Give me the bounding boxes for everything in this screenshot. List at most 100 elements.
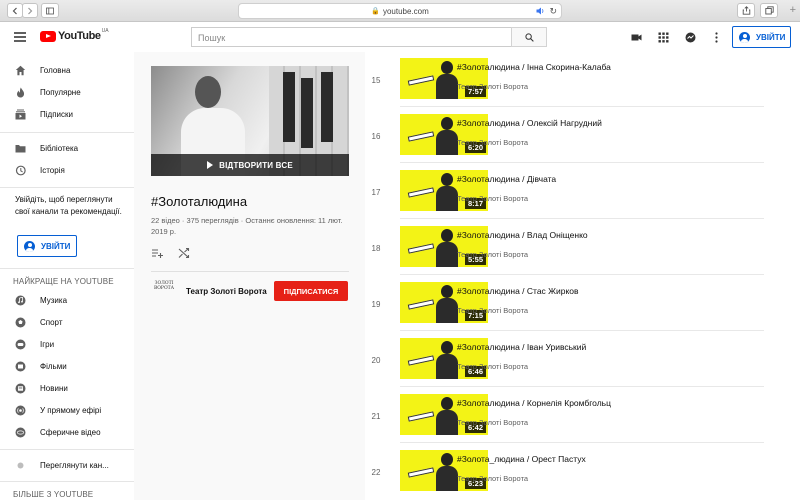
sidebar-item-gaming[interactable]: Ігри xyxy=(0,333,134,355)
guide-sidebar: Головна Популярне Підписки Бібліотека Іс… xyxy=(0,52,134,500)
video-index: 16 xyxy=(371,132,381,141)
subscriptions-icon xyxy=(15,109,26,119)
search-button[interactable] xyxy=(511,27,547,47)
video-camera-icon[interactable] xyxy=(631,32,642,43)
thumbnail-poster xyxy=(283,72,295,142)
youtube-logo[interactable]: YouTube UA xyxy=(40,28,109,42)
video-title[interactable]: #Золоталюдина / Дівчата xyxy=(457,174,556,184)
sidebar-item-browse-channels[interactable]: Переглянути кан... xyxy=(0,454,134,476)
history-icon xyxy=(15,165,26,175)
sidebar-signin-button[interactable]: УВІЙТИ xyxy=(17,235,77,257)
shuffle-icon[interactable] xyxy=(178,247,190,259)
messages-icon[interactable] xyxy=(685,32,696,43)
thumbnail-person xyxy=(436,397,458,435)
back-button[interactable] xyxy=(7,3,23,18)
sidebar-toggle-button[interactable] xyxy=(41,3,59,18)
gaming-icon xyxy=(15,339,26,349)
sidebar-item-movies[interactable]: Фільми xyxy=(0,355,134,377)
owner-name[interactable]: Театр Золоті Ворота xyxy=(186,287,267,296)
sidebar-divider xyxy=(0,187,134,188)
playlist-divider xyxy=(151,271,349,272)
speaker-icon[interactable] xyxy=(536,7,545,15)
youtube-play-icon xyxy=(40,30,56,42)
video-channel[interactable]: Театр Золоті Ворота xyxy=(457,306,528,315)
playlist-video-row[interactable]: 15 7:57 #Золоталюдина / Інна Скорина-Кал… xyxy=(365,54,800,110)
playlist-video-row[interactable]: 22 6:23 #Золота_людина / Орест Пастух Те… xyxy=(365,446,800,500)
video-channel[interactable]: Театр Золоті Ворота xyxy=(457,362,528,371)
thumbnail-name-tag xyxy=(407,243,435,254)
video-channel[interactable]: Театр Золоті Ворота xyxy=(457,194,528,203)
video-title[interactable]: #Золота_людина / Орест Пастух xyxy=(457,454,586,464)
music-icon xyxy=(15,295,26,305)
play-all-button[interactable]: ВІДТВОРИТИ ВСЕ xyxy=(151,154,349,176)
video-channel[interactable]: Театр Золоті Ворота xyxy=(457,82,528,91)
playlist-video-row[interactable]: 20 6:46 #Золоталюдина / Іван Уривський Т… xyxy=(365,334,800,390)
sidebar-item-label: Новини xyxy=(40,383,68,393)
row-divider xyxy=(400,442,764,443)
video-title[interactable]: #Золоталюдина / Інна Скорина-Калаба xyxy=(457,62,611,72)
thumbnail-person xyxy=(436,229,458,267)
share-button[interactable] xyxy=(737,3,755,18)
playlist-video-row[interactable]: 18 5:55 #Золоталюдина / Влад Оніщенко Те… xyxy=(365,222,800,278)
add-to-queue-icon[interactable] xyxy=(151,247,163,259)
sidebar-item-trending[interactable]: Популярне xyxy=(0,81,134,103)
row-divider xyxy=(400,386,764,387)
hamburger-menu-icon[interactable] xyxy=(14,32,26,42)
sidebar-item-sport[interactable]: Спорт xyxy=(0,311,134,333)
video-title[interactable]: #Золоталюдина / Іван Уривський xyxy=(457,342,586,352)
sidebar-item-label: Головна xyxy=(40,65,71,75)
sidebar-item-history[interactable]: Історія xyxy=(0,159,134,181)
playlist-video-list: 15 7:57 #Золоталюдина / Інна Скорина-Кал… xyxy=(365,52,800,500)
sidebar-item-library[interactable]: Бібліотека xyxy=(0,137,134,159)
video-channel[interactable]: Театр Золоті Ворота xyxy=(457,138,528,147)
playlist-video-row[interactable]: 16 6:20 #Золоталюдина / Олексій Нагрудни… xyxy=(365,110,800,166)
chevron-right-icon xyxy=(28,7,33,14)
share-icon xyxy=(742,6,750,15)
video-title[interactable]: #Золоталюдина / Корнелія Кромбгольц xyxy=(457,398,611,408)
sidebar-icon xyxy=(46,7,54,14)
owner-avatar[interactable]: ЗОЛОТІ ВОРОТА xyxy=(151,281,177,297)
video-channel[interactable]: Театр Золоті Ворота xyxy=(457,418,528,427)
sidebar-item-home[interactable]: Головна xyxy=(0,59,134,81)
sidebar-item-subscriptions[interactable]: Підписки xyxy=(0,103,134,125)
folder-icon xyxy=(15,144,26,152)
browser-toolbar: 🔒 youtube.com ↻ + xyxy=(0,0,800,22)
account-icon xyxy=(24,240,35,252)
playlist-video-row[interactable]: 21 6:42 #Золоталюдина / Корнелія Кромбго… xyxy=(365,390,800,446)
sidebar-item-label: Фільми xyxy=(40,361,67,371)
video-title[interactable]: #Золоталюдина / Влад Оніщенко xyxy=(457,230,588,240)
subscribe-button[interactable]: ПІДПИСАТИСЯ xyxy=(274,281,348,301)
address-bar[interactable]: 🔒 youtube.com ↻ xyxy=(238,3,562,19)
thumbnail-poster xyxy=(321,72,333,142)
forward-button[interactable] xyxy=(22,3,38,18)
playlist-thumbnail[interactable]: ВІДТВОРИТИ ВСЕ xyxy=(151,66,349,176)
sidebar-item-360-video[interactable]: Сферичне відео xyxy=(0,421,134,443)
sidebar-item-music[interactable]: Музика xyxy=(0,289,134,311)
playlist-video-row[interactable]: 19 7:15 #Золоталюдина / Стас Жирков Теат… xyxy=(365,278,800,334)
thumbnail-name-tag xyxy=(407,299,435,310)
tabs-icon xyxy=(764,6,774,15)
signin-button[interactable]: УВІЙТИ xyxy=(732,26,791,48)
row-divider xyxy=(400,330,764,331)
play-icon xyxy=(207,161,214,169)
video-channel[interactable]: Театр Золоті Ворота xyxy=(457,474,528,483)
sidebar-item-news[interactable]: Новини xyxy=(0,377,134,399)
news-icon xyxy=(15,383,26,393)
playlist-video-row[interactable]: 17 8:17 #Золоталюдина / Дівчата Театр Зо… xyxy=(365,166,800,222)
thumbnail-name-tag xyxy=(407,131,435,142)
video-title[interactable]: #Золоталюдина / Стас Жирков xyxy=(457,286,579,296)
sidebar-item-label: Популярне xyxy=(40,87,81,97)
apps-grid-icon[interactable] xyxy=(658,32,669,43)
video-channel[interactable]: Театр Золоті Ворота xyxy=(457,250,528,259)
signin-prompt: Увійдіть, щоб переглянути свої канали та… xyxy=(15,195,122,216)
sidebar-item-label: Спорт xyxy=(40,317,63,327)
video-title[interactable]: #Золоталюдина / Олексій Нагрудний xyxy=(457,118,602,128)
sidebar-item-label: Історія xyxy=(40,165,65,175)
reload-icon[interactable]: ↻ xyxy=(549,6,557,17)
more-vert-icon[interactable] xyxy=(711,32,722,43)
search-input[interactable]: Пошук xyxy=(191,27,512,47)
thumbnail-name-tag xyxy=(407,355,435,366)
new-tab-icon[interactable]: + xyxy=(790,4,796,16)
sidebar-item-live[interactable]: У прямому ефірі xyxy=(0,399,134,421)
tabs-overview-button[interactable] xyxy=(760,3,778,18)
